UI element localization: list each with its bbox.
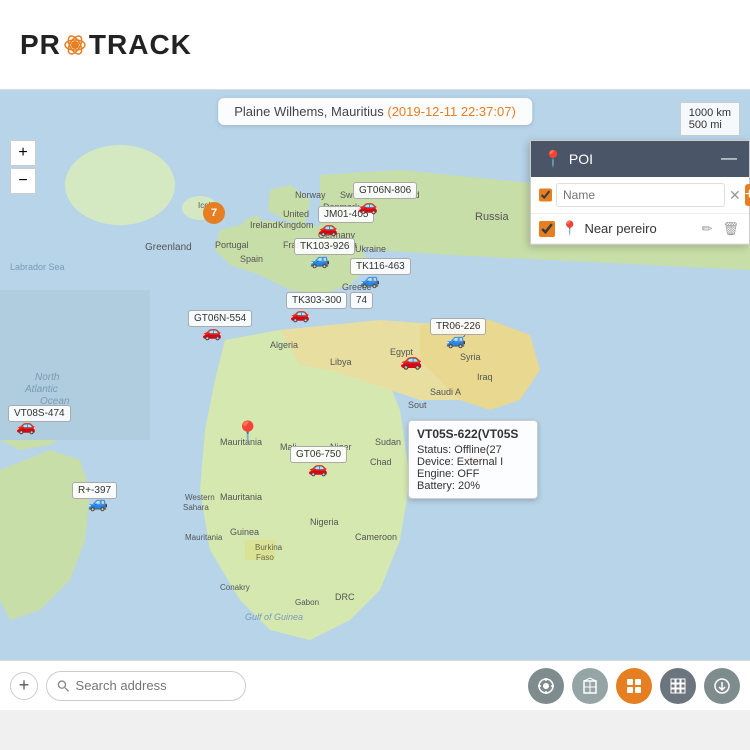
svg-text:Greenland: Greenland	[145, 242, 192, 253]
scale-km: 1000 km	[689, 107, 731, 119]
download-icon	[713, 677, 731, 695]
poi-header: 📍 POI —	[531, 141, 749, 177]
search-icon	[57, 679, 70, 693]
svg-text:Guinea: Guinea	[230, 527, 259, 537]
poi-minimize-button[interactable]: —	[721, 150, 737, 168]
map-pin: 📍	[234, 420, 261, 446]
logo-text-post: TRACK	[89, 29, 192, 61]
svg-text:Nigeria: Nigeria	[310, 517, 339, 527]
poi-item-row: 📍 Near pereiro ✏ 🗑	[531, 214, 749, 244]
location-text: Plaine Wilhems, Mauritius	[234, 104, 384, 119]
svg-text:Algeria: Algeria	[270, 340, 298, 350]
svg-text:Gulf of Guinea: Gulf of Guinea	[245, 612, 303, 622]
location-bar: Plaine Wilhems, Mauritius (2019-12-11 22…	[218, 98, 532, 125]
location-center-button[interactable]	[528, 668, 564, 704]
svg-text:Syria: Syria	[460, 352, 481, 362]
svg-text:Portugal: Portugal	[215, 240, 249, 250]
svg-text:Norway: Norway	[295, 190, 326, 200]
poi-panel: 📍 POI — ✕ + 📍 Near pereiro ✏ 🗑	[530, 140, 750, 245]
popup-engine: Engine: OFF	[417, 468, 529, 480]
poi-item-name: Near pereiro	[584, 221, 693, 236]
poi-search-checkbox[interactable]	[539, 187, 552, 203]
vehicle-icon: 🚗	[318, 218, 338, 238]
svg-text:Ireland: Ireland	[250, 220, 278, 230]
svg-text:Western: Western	[185, 493, 215, 502]
vehicle-icon: 🚙	[88, 493, 108, 513]
vehicle-status-popup: VT05S-622(VT05S Status: Offline(27 Devic…	[408, 420, 538, 499]
svg-text:North: North	[35, 372, 60, 383]
cluster-badge[interactable]: 7	[203, 202, 225, 224]
app-header: PR TRACK	[0, 0, 750, 90]
map-zoom-controls: + −	[10, 140, 36, 194]
popup-battery: Battery: 20%	[417, 480, 529, 492]
grid-button[interactable]	[660, 668, 696, 704]
location-icon	[537, 677, 555, 695]
building-button[interactable]	[572, 668, 608, 704]
scale-mi: 500 mi	[689, 119, 731, 131]
svg-text:Libya: Libya	[330, 357, 352, 367]
poi-search-row: ✕ +	[531, 177, 749, 214]
svg-text:Ukraine: Ukraine	[355, 244, 386, 254]
vehicle-icon: 🚗	[16, 416, 36, 436]
vehicle-icon: 🚗	[308, 458, 328, 478]
svg-text:Conakry: Conakry	[220, 583, 250, 592]
search-address-input[interactable]	[76, 678, 235, 693]
vehicle-icon: 🚗	[358, 196, 378, 216]
logo: PR TRACK	[20, 29, 192, 61]
poi-pin-icon: 📍	[543, 149, 563, 169]
logo-text-pre: PR	[20, 29, 61, 61]
vehicle-label[interactable]: 74	[350, 292, 373, 309]
vehicle-icon: 🚙	[310, 250, 330, 270]
map-container[interactable]: North Atlantic Ocean Labrador Sea Portug…	[0, 90, 750, 660]
search-address-box[interactable]	[46, 671, 246, 701]
svg-text:Sahara: Sahara	[183, 503, 209, 512]
svg-text:Russia: Russia	[475, 211, 510, 223]
poi-name-input[interactable]	[556, 183, 725, 207]
svg-text:Sudan: Sudan	[375, 437, 401, 447]
svg-text:Chad: Chad	[370, 457, 392, 467]
svg-text:Sout: Sout	[408, 400, 427, 410]
poi-add-button[interactable]: +	[745, 184, 750, 206]
zoom-in-button[interactable]: +	[10, 140, 36, 166]
svg-text:Iraq: Iraq	[477, 372, 493, 382]
poi-item-checkbox[interactable]	[539, 221, 555, 237]
dashboard-button[interactable]	[616, 668, 652, 704]
location-datetime: (2019-12-11 22:37:07)	[387, 104, 515, 119]
vehicle-icon: 🚙	[360, 270, 380, 290]
svg-text:Cameroon: Cameroon	[355, 532, 397, 542]
svg-text:Saudi A: Saudi A	[430, 387, 461, 397]
svg-text:Labrador Sea: Labrador Sea	[10, 262, 65, 272]
vehicle-icon: 🚙	[446, 330, 466, 350]
popup-status: Status: Offline(27	[417, 444, 529, 456]
vehicle-icon: 🚗	[400, 350, 422, 371]
building-icon	[581, 677, 599, 695]
logo-icon	[64, 34, 86, 56]
svg-text:Atlantic: Atlantic	[24, 384, 58, 395]
vehicle-icon: 🚗	[290, 304, 310, 324]
download-button[interactable]	[704, 668, 740, 704]
popup-device: Device: External I	[417, 456, 529, 468]
svg-text:Mauritania: Mauritania	[185, 533, 223, 542]
vehicle-icon: 🚗	[202, 322, 222, 342]
poi-edit-icon[interactable]: ✏	[700, 221, 715, 237]
poi-delete-icon[interactable]: 🗑	[720, 221, 741, 237]
poi-clear-button[interactable]: ✕	[729, 187, 741, 204]
svg-text:DRC: DRC	[335, 592, 355, 602]
svg-text:Mauritania: Mauritania	[220, 492, 262, 502]
dashboard-icon	[625, 677, 643, 695]
svg-text:Kingdom: Kingdom	[278, 220, 314, 230]
poi-title: POI	[569, 151, 593, 167]
svg-text:Gabon: Gabon	[295, 598, 319, 607]
svg-text:United: United	[283, 209, 309, 219]
svg-text:Spain: Spain	[240, 254, 263, 264]
zoom-out-button[interactable]: −	[10, 168, 36, 194]
scale-bar: 1000 km 500 mi	[680, 102, 740, 136]
add-button[interactable]: +	[10, 672, 38, 700]
bottom-toolbar: +	[0, 660, 750, 710]
grid-icon	[669, 677, 687, 695]
popup-title: VT05S-622(VT05S	[417, 427, 529, 441]
poi-item-pin-icon: 📍	[561, 220, 578, 237]
poi-title-area: 📍 POI	[543, 149, 593, 169]
